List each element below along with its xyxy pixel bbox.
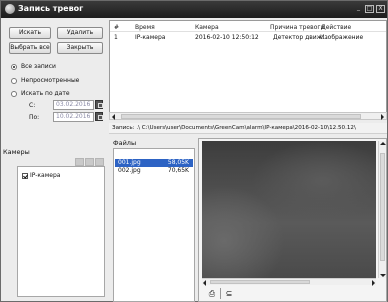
file-name: 001.jpg	[118, 159, 141, 166]
record-path-value: C:\Users\user\Documents\GreenCam\alarm\I…	[141, 125, 356, 131]
events-horizontal-scrollbar[interactable]	[109, 112, 387, 120]
file-size: 70,65K	[167, 167, 189, 174]
maximize-button[interactable]: □	[365, 5, 374, 13]
search-button[interactable]: Искать	[9, 27, 51, 39]
events-table: # Время Камера Причина тревоги Действие …	[109, 20, 387, 120]
print-icon[interactable]: ⎙	[207, 289, 217, 298]
header-divider	[110, 31, 386, 32]
cell-time: 2016-02-10 12:50:12	[195, 34, 259, 41]
radio-unviewed[interactable]: Непросмотренные	[11, 76, 79, 85]
camera-action-button[interactable]	[95, 158, 104, 166]
record-path-bar: Запись: .\ C:\Users\user\Documents\Green…	[109, 123, 387, 134]
alarm-records-window: Запись тревог _ □ X Искать Удалить Выбра…	[0, 0, 388, 302]
radio-all-records[interactable]: Все записи	[11, 62, 56, 71]
preview-vertical-scrollbar[interactable]	[378, 141, 386, 278]
radio-label: Непросмотренные	[21, 77, 80, 84]
radio-label: Все записи	[21, 63, 56, 70]
save-icon[interactable]: ⊆	[224, 289, 234, 298]
files-label: Файлы	[113, 139, 137, 147]
camera-name: IP-камера	[30, 172, 61, 179]
column-header-camera[interactable]: Камера	[195, 24, 219, 31]
preview-horizontal-scrollbar[interactable]	[202, 278, 376, 286]
scroll-left-icon[interactable]	[203, 280, 206, 286]
camera-item[interactable]: IP-камера	[22, 172, 60, 179]
date-to-label: По:	[29, 114, 40, 121]
checkbox-icon[interactable]	[22, 172, 28, 179]
scroll-right-icon[interactable]	[381, 114, 384, 120]
cell-action: Изображение	[320, 34, 364, 41]
minimize-button[interactable]: _	[354, 5, 363, 13]
toolbar-divider	[220, 288, 221, 299]
cameras-label: Камеры	[3, 148, 30, 156]
camera-action-button[interactable]	[75, 158, 84, 166]
calendar-icon[interactable]	[95, 112, 103, 121]
scroll-thumb[interactable]	[210, 280, 310, 284]
list-item[interactable]: 001.jpg 58,05K	[115, 159, 193, 167]
calendar-icon[interactable]	[95, 100, 103, 109]
radio-icon	[11, 63, 17, 70]
files-list: 001.jpg 58,05K 002.jpg 70,65K	[113, 148, 195, 302]
radio-label: Искать по дате	[21, 90, 70, 97]
date-from-field[interactable]: 03.02.2016	[53, 100, 94, 110]
image-preview-pane: ⎙ ⊆	[198, 138, 387, 302]
list-item[interactable]: 002.jpg 70,65K	[115, 167, 193, 175]
scroll-thumb[interactable]	[380, 153, 385, 261]
column-header-number[interactable]: #	[114, 24, 119, 31]
camera-action-button[interactable]	[85, 158, 94, 166]
date-to-field[interactable]: 10.02.2016	[53, 112, 94, 122]
close-button[interactable]: Закрыть	[57, 42, 103, 54]
cell-number: 1	[114, 34, 118, 41]
record-path-label: Запись: .\	[112, 125, 141, 131]
date-from-label: С:	[29, 102, 36, 109]
scroll-right-icon[interactable]	[372, 280, 375, 286]
cell-camera-label: IP-камера	[135, 34, 166, 41]
camera-list: IP-камера	[17, 166, 105, 297]
scroll-thumb[interactable]	[121, 114, 361, 119]
file-name: 002.jpg	[118, 167, 141, 174]
column-header-action[interactable]: Действие	[321, 24, 351, 31]
select-all-button[interactable]: Выбрать все	[9, 42, 51, 54]
app-icon	[5, 4, 15, 14]
radio-icon	[11, 90, 17, 97]
radio-icon	[11, 77, 17, 84]
file-size: 58,05K	[167, 159, 189, 166]
scroll-left-icon[interactable]	[112, 114, 115, 120]
scroll-down-icon[interactable]	[380, 274, 386, 277]
close-window-button[interactable]: X	[376, 5, 385, 13]
radio-search-by-date[interactable]: Искать по дате	[11, 89, 70, 98]
title-bar[interactable]: Запись тревог _ □ X	[1, 1, 387, 18]
filter-panel: Искать Удалить Выбрать все Закрыть Все з…	[3, 20, 107, 301]
scroll-up-icon[interactable]	[380, 142, 386, 145]
column-header-reason[interactable]: Причина тревоги	[270, 24, 324, 31]
delete-button[interactable]: Удалить	[57, 27, 103, 39]
alarm-snapshot-image	[202, 141, 376, 278]
column-header-time[interactable]: Время	[135, 24, 155, 31]
window-title: Запись тревог	[18, 4, 84, 13]
